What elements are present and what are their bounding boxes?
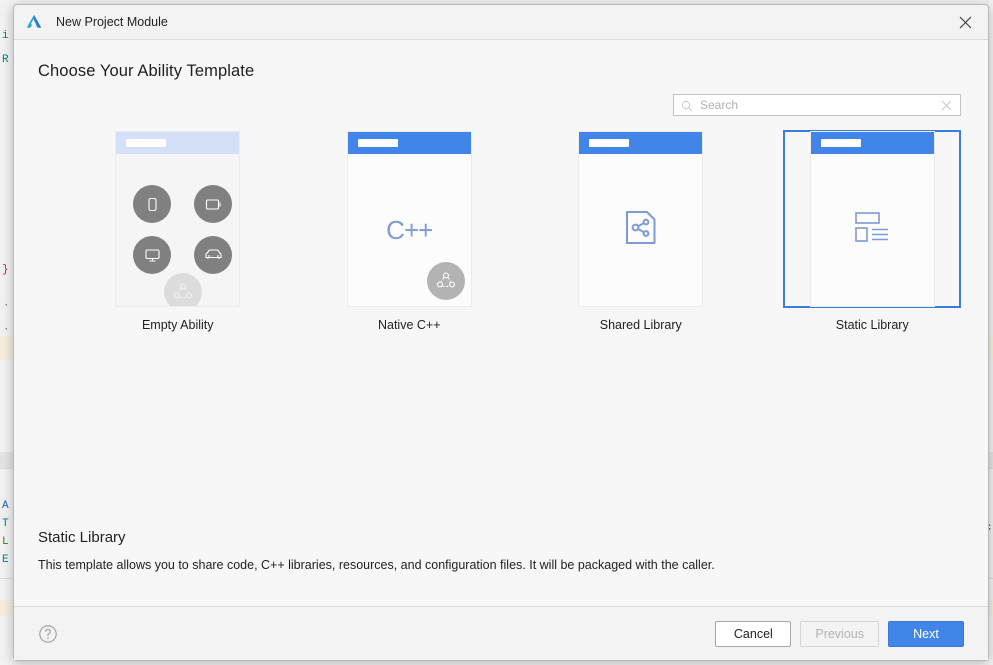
- backdrop-code-fragment: i: [2, 30, 9, 42]
- dialog-titlebar: New Project Module: [14, 5, 988, 40]
- tv-icon: [133, 236, 172, 274]
- previous-button: Previous: [800, 620, 879, 647]
- card-thumb-shared-library: [578, 131, 704, 307]
- car-icon: [194, 236, 233, 274]
- backdrop-code-fragment: L: [2, 536, 9, 548]
- template-card-native-cpp[interactable]: C++ Native C++: [294, 130, 526, 332]
- backdrop-code-fragment: ·: [3, 324, 10, 336]
- card-header-bar: [347, 132, 471, 154]
- template-label: Static Library: [835, 318, 909, 332]
- card-header-pill: [126, 139, 167, 147]
- template-card-static-library[interactable]: Static Library: [757, 130, 989, 332]
- dialog-title: New Project Module: [56, 15, 168, 29]
- selection-frame-shared-library: [552, 130, 730, 308]
- help-icon[interactable]: [38, 624, 58, 644]
- template-card-list: Empty Ability C++ Native C++ Shared Libr…: [62, 116, 988, 332]
- backdrop-code-fragment: ·: [3, 300, 10, 312]
- device-cluster-icon: [426, 262, 465, 300]
- deveco-logo-icon: [24, 12, 44, 32]
- card-header-pill: [357, 139, 398, 147]
- new-project-module-dialog: New Project Module Choose Your Ability T…: [13, 4, 989, 661]
- backdrop-code-fragment: T: [2, 518, 9, 530]
- clear-icon[interactable]: [940, 99, 953, 112]
- template-card-empty-ability[interactable]: Empty Ability: [62, 130, 294, 332]
- footer-buttons: Cancel Previous Next: [715, 620, 964, 647]
- cancel-button[interactable]: Cancel: [715, 620, 792, 647]
- card-thumb-static-library: [809, 131, 935, 307]
- card-preview-empty-ability: [116, 154, 240, 306]
- selection-frame-static-library: [783, 130, 962, 308]
- selection-frame-native-cpp: C++: [320, 130, 498, 308]
- backdrop-code-fragment: A: [2, 500, 9, 512]
- phone-icon: [133, 185, 172, 223]
- card-header-bar: [810, 132, 934, 154]
- selection-frame-empty-ability: [89, 130, 267, 308]
- template-label: Empty Ability: [141, 318, 214, 332]
- cpp-glyph: C++: [386, 214, 433, 245]
- template-label: Native C++: [377, 318, 441, 332]
- card-header-pill: [589, 139, 630, 147]
- description-title: Static Library: [38, 529, 126, 546]
- close-icon[interactable]: [950, 9, 980, 35]
- card-preview-static-library: [810, 154, 934, 306]
- template-label: Shared Library: [599, 318, 682, 332]
- shared-file-icon: [623, 209, 659, 252]
- search-row: [14, 81, 988, 116]
- device-cluster-icon: [164, 273, 203, 306]
- next-button[interactable]: Next: [888, 620, 964, 647]
- card-thumb-empty-ability: [115, 131, 241, 307]
- template-description: Static Library This template allows you …: [14, 529, 988, 572]
- backdrop-code-fragment: }: [2, 264, 9, 276]
- dialog-footer: Cancel Previous Next: [14, 606, 988, 660]
- search-box[interactable]: [673, 94, 961, 116]
- description-text: This template allows you to share code, …: [38, 558, 715, 572]
- page-title: Choose Your Ability Template: [38, 62, 255, 80]
- search-input[interactable]: [698, 97, 940, 113]
- card-header-bar: [579, 132, 703, 154]
- tablet-icon: [194, 185, 233, 223]
- static-blocks-icon: [852, 211, 892, 250]
- search-icon: [681, 99, 693, 112]
- card-thumb-native-cpp: C++: [346, 131, 472, 307]
- dialog-body: Choose Your Ability Template Search Empt…: [14, 40, 988, 660]
- backdrop-code-fragment: E: [2, 554, 9, 566]
- template-card-shared-library[interactable]: Shared Library: [525, 130, 757, 332]
- backdrop-code-fragment: R: [2, 54, 9, 66]
- card-preview-native-cpp: C++: [347, 154, 471, 306]
- card-header-bar: [116, 132, 240, 154]
- card-preview-shared-library: [579, 154, 703, 306]
- device-grid: [116, 154, 239, 306]
- card-header-pill: [820, 139, 861, 147]
